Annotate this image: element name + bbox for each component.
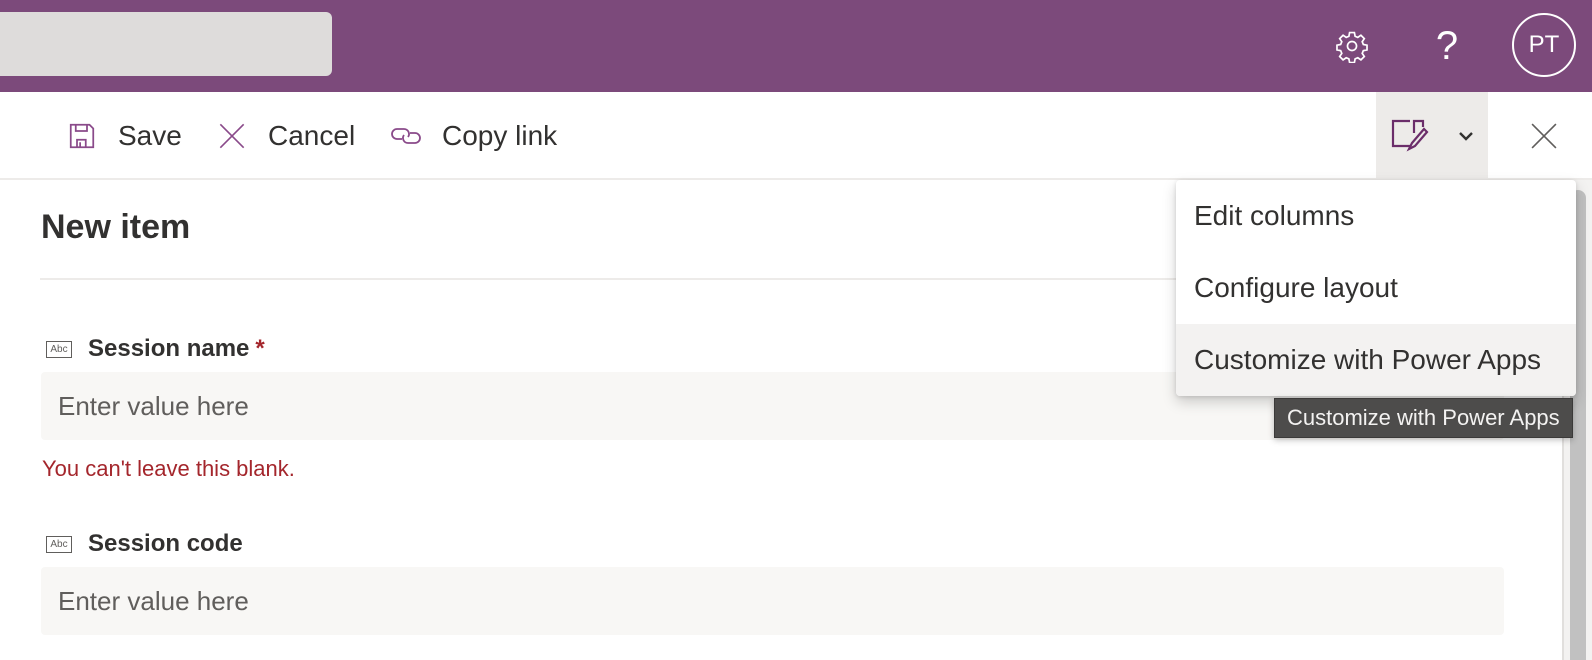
search-box[interactable]	[0, 12, 332, 76]
field-label-session-name: Abc Session name *	[46, 335, 265, 363]
required-mark: *	[255, 335, 265, 362]
cancel-button[interactable]: Cancel	[214, 92, 355, 180]
save-button[interactable]: Save	[64, 92, 182, 180]
copy-link-label: Copy link	[442, 120, 558, 151]
menu-item-edit-columns[interactable]: Edit columns	[1176, 180, 1576, 252]
field-label-text: Session name	[88, 335, 250, 362]
error-message: You can't leave this blank.	[42, 456, 295, 481]
session-code-input[interactable]	[41, 567, 1504, 635]
edit-form-icon	[1391, 119, 1429, 152]
copy-link-button[interactable]: Copy link	[388, 92, 557, 180]
cancel-icon	[214, 118, 250, 154]
suite-header: ? PT	[0, 0, 1592, 92]
help-icon: ?	[1435, 23, 1459, 68]
menu-item-customize-power-apps[interactable]: Customize with Power Apps	[1176, 324, 1576, 396]
close-panel-button[interactable]	[1522, 114, 1566, 158]
menu-item-configure-layout[interactable]: Configure layout	[1176, 252, 1576, 324]
command-bar: Save Cancel Copy link	[0, 92, 1592, 180]
page-title: New item	[41, 208, 191, 246]
field-label-session-code: Abc Session code	[46, 530, 243, 558]
view-options-menu: Edit columns Configure layout Customize …	[1176, 180, 1576, 396]
gear-icon	[1336, 31, 1368, 63]
text-field-icon: Abc	[46, 535, 72, 553]
save-icon	[64, 118, 100, 154]
help-button[interactable]: ?	[1423, 22, 1471, 70]
settings-button[interactable]	[1328, 22, 1376, 70]
chevron-down-icon	[1459, 132, 1473, 141]
field-label-text: Session code	[88, 530, 243, 557]
tooltip: Customize with Power Apps	[1274, 398, 1573, 438]
save-label: Save	[118, 120, 182, 151]
text-field-icon: Abc	[46, 340, 72, 358]
view-options-button[interactable]	[1376, 92, 1488, 180]
link-icon	[388, 118, 424, 154]
avatar[interactable]: PT	[1512, 13, 1576, 77]
close-icon	[1531, 123, 1557, 149]
cancel-label: Cancel	[268, 120, 356, 151]
